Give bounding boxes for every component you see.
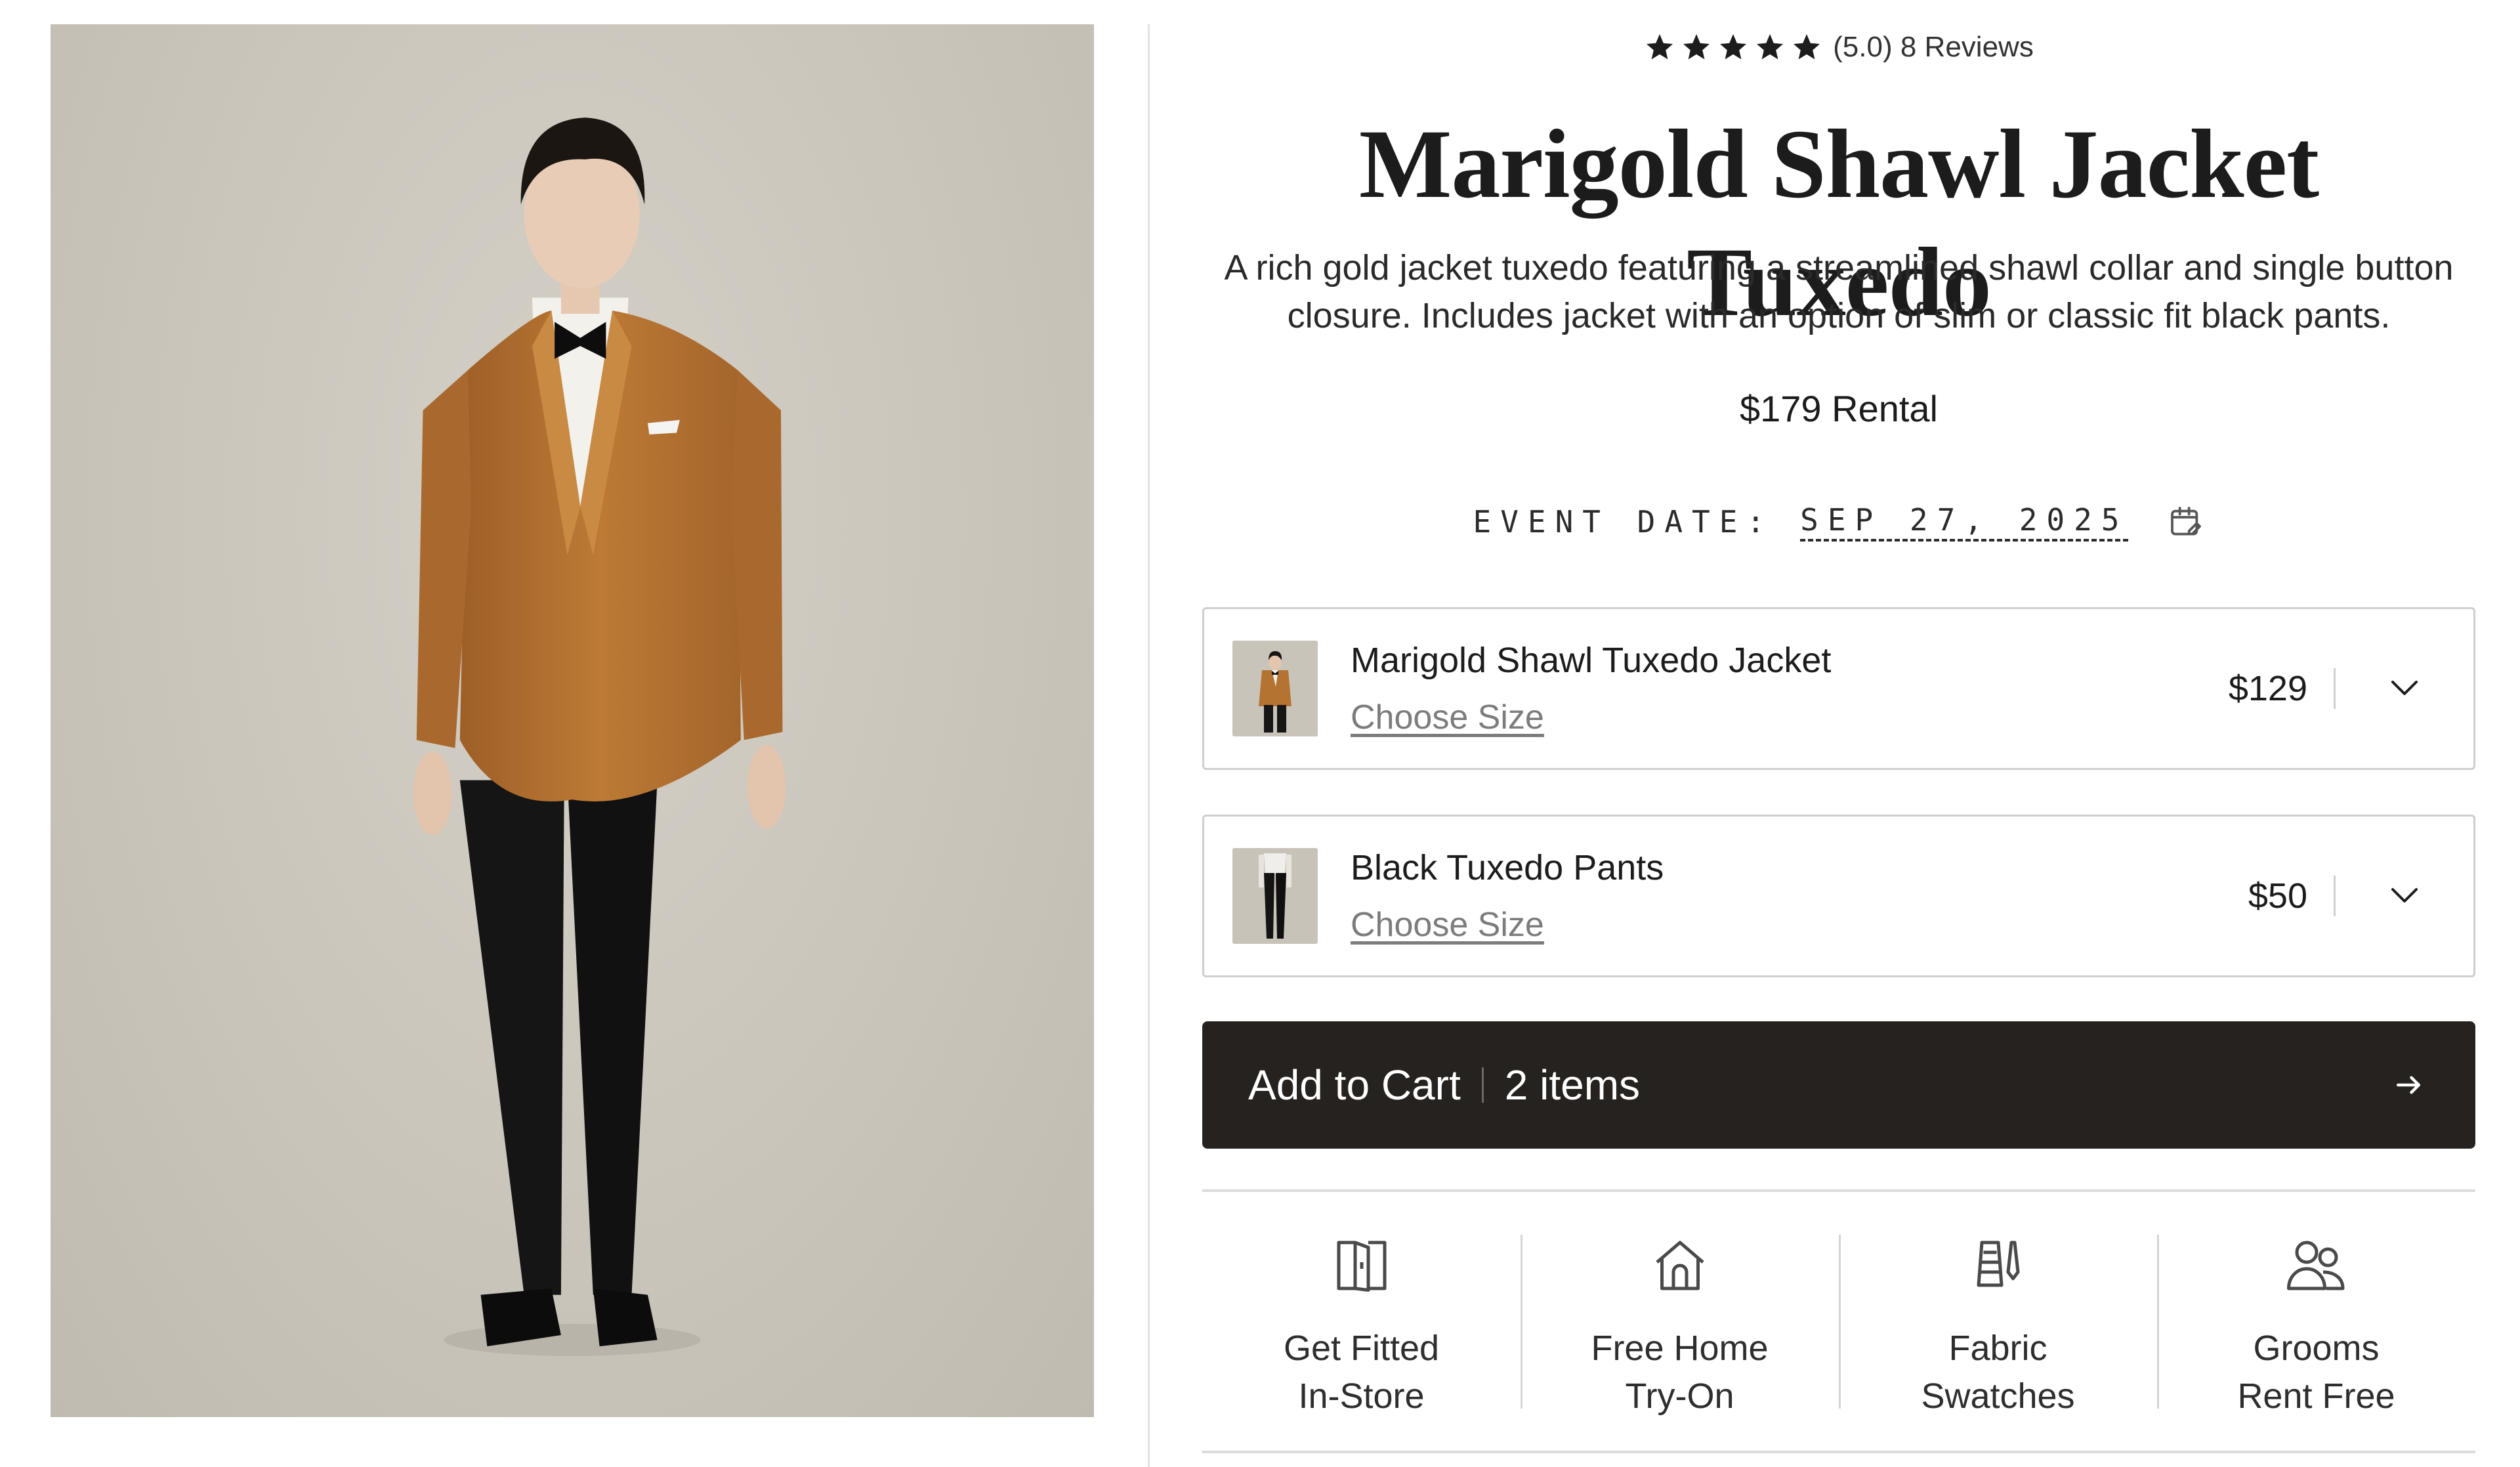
features-row: Get Fitted In-Store Free Home Try-On Fab… — [1202, 1192, 2475, 1451]
cart-separator — [1481, 1067, 1484, 1103]
jacket-thumbnail — [1232, 641, 1318, 736]
product-hero-image — [51, 24, 1094, 1417]
event-date-label: EVENT DATE: — [1473, 504, 1774, 540]
pants-thumbnail — [1232, 848, 1318, 944]
item-name: Marigold Shawl Tuxedo Jacket — [1351, 641, 1832, 680]
feature-fabric-swatches[interactable]: Fabric Swatches — [1839, 1192, 2157, 1451]
feature-get-fitted[interactable]: Get Fitted In-Store — [1202, 1192, 1521, 1451]
star-icon — [1683, 34, 1710, 60]
chevron-down-icon[interactable] — [2375, 876, 2434, 916]
feature-home-try-on[interactable]: Free Home Try-On — [1521, 1192, 1839, 1451]
event-date-value[interactable]: SEP 27, 2025 — [1800, 502, 2129, 542]
calendar-edit-icon[interactable] — [2168, 503, 2204, 540]
fitting-room-icon — [1329, 1233, 1395, 1298]
add-to-cart-button[interactable]: Add to Cart 2 items — [1202, 1021, 2475, 1149]
people-icon — [2284, 1233, 2349, 1298]
feature-grooms-rent-free[interactable]: Grooms Rent Free — [2157, 1192, 2475, 1451]
feature-label: Fabric Swatches — [1921, 1329, 2075, 1416]
reviews-link[interactable]: (5.0) 8 Reviews — [1833, 31, 2034, 64]
choose-size-link[interactable]: Choose Size — [1351, 698, 1544, 736]
feature-label: Free Home Try-On — [1591, 1329, 1769, 1416]
horizontal-divider — [1202, 1451, 2475, 1453]
item-price: $129 — [2228, 669, 2307, 708]
star-icon — [1720, 34, 1747, 60]
feature-label: Get Fitted In-Store — [1283, 1329, 1440, 1416]
price-separator — [2334, 876, 2336, 916]
product-details-panel: (5.0) 8 Reviews Marigold Shawl Jacket Tu… — [1202, 0, 2475, 1467]
item-name: Black Tuxedo Pants — [1351, 848, 1664, 887]
star-icon — [1647, 34, 1673, 60]
vertical-divider — [1148, 24, 1150, 1467]
item-card-jacket[interactable]: Marigold Shawl Tuxedo Jacket Choose Size… — [1202, 607, 2475, 770]
star-rating — [1644, 32, 1822, 63]
chevron-down-icon[interactable] — [2375, 669, 2434, 708]
home-icon — [1647, 1233, 1713, 1298]
product-description: A rich gold jacket tuxedo featuring a st… — [1224, 248, 2454, 335]
event-date-selector[interactable]: EVENT DATE: SEP 27, 2025 — [1202, 502, 2475, 542]
rental-price: $179 Rental — [1739, 388, 1938, 429]
item-card-pants[interactable]: Black Tuxedo Pants Choose Size $50 — [1202, 815, 2475, 977]
feature-label: Grooms Rent Free — [2237, 1329, 2395, 1416]
choose-size-link[interactable]: Choose Size — [1351, 906, 1544, 944]
cart-item-count: 2 items — [1504, 1061, 1640, 1109]
add-to-cart-label: Add to Cart — [1248, 1061, 1461, 1109]
arrow-right-icon — [2391, 1067, 2426, 1103]
fabric-swatch-icon — [1965, 1233, 2031, 1298]
star-icon — [1794, 34, 1820, 60]
price-separator — [2334, 668, 2336, 709]
item-price: $50 — [2248, 876, 2307, 916]
product-rating[interactable]: (5.0) 8 Reviews — [1202, 28, 2475, 67]
star-icon — [1757, 34, 1784, 60]
